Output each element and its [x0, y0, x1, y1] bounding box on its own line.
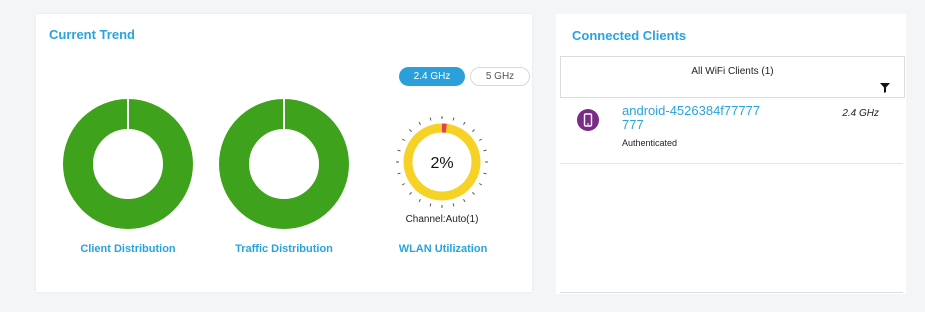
- connected-clients-title: Connected Clients: [572, 28, 687, 43]
- gauge-tick: [429, 203, 432, 207]
- gauge-tick: [478, 183, 483, 186]
- filter-icon[interactable]: [880, 83, 890, 93]
- gauge-value-text: 2%: [430, 155, 453, 172]
- band-2-4ghz-button[interactable]: 2.4 GHz: [399, 67, 465, 86]
- gauge-tick: [472, 129, 475, 132]
- gauge-tick: [401, 183, 406, 186]
- band-5ghz-button[interactable]: 5 GHz: [470, 67, 530, 86]
- gauge-tick: [401, 138, 406, 141]
- mobile-phone-icon: [577, 109, 599, 131]
- client-distribution-donut[interactable]: [63, 99, 193, 229]
- traffic-distribution-donut[interactable]: [219, 99, 349, 229]
- gauge-tick: [463, 121, 466, 126]
- gauge-tick: [418, 121, 421, 126]
- connected-clients-panel: Connected Clients All WiFi Clients (1) a…: [556, 14, 906, 294]
- gauge-tick: [429, 117, 432, 121]
- wlan-utilization-label: WLAN Utilization: [398, 243, 488, 255]
- gauge-tick: [463, 198, 466, 203]
- gauge-tick: [452, 117, 455, 121]
- client-filter-label: All WiFi Clients (1): [691, 66, 774, 77]
- gauge-tick: [483, 172, 487, 175]
- gauge-tick: [478, 138, 483, 141]
- client-name-link[interactable]: android-4526384f77777777: [622, 104, 762, 132]
- gauge-tick: [483, 149, 487, 152]
- current-trend-panel: Current Trend Client Distribution Traffi…: [36, 14, 532, 292]
- clients-divider: [560, 292, 903, 293]
- wlan-utilization-gauge: 2%: [396, 116, 488, 208]
- client-band: 2.4 GHz: [842, 108, 879, 119]
- channel-text: Channel:Auto(1): [405, 214, 479, 225]
- client-distribution-label: Client Distribution: [80, 243, 176, 255]
- client-row[interactable]: android-4526384f77777777 Authenticated 2…: [560, 99, 903, 164]
- gauge-tick: [418, 198, 421, 203]
- gauge-tick: [472, 192, 475, 195]
- client-status: Authenticated: [622, 138, 678, 148]
- gauge-tick: [397, 149, 401, 152]
- gauge-tick: [452, 203, 455, 207]
- traffic-distribution-label: Traffic Distribution: [235, 243, 333, 255]
- client-filter-header[interactable]: All WiFi Clients (1): [560, 56, 905, 98]
- gauge-tick: [397, 172, 401, 175]
- gauge-tick: [409, 129, 412, 132]
- current-trend-title: Current Trend: [49, 27, 135, 42]
- gauge-tick: [409, 192, 412, 195]
